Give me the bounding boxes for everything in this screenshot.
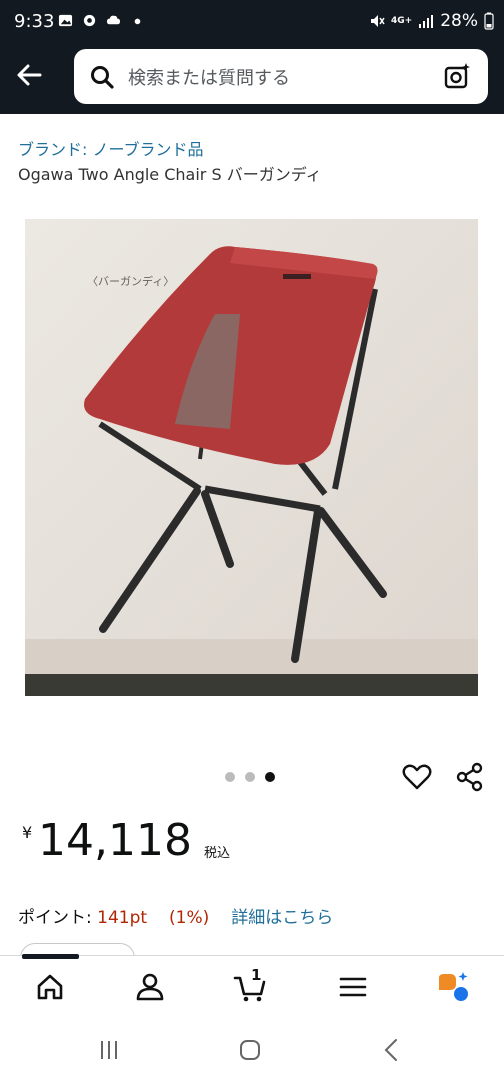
mute-icon [371, 15, 385, 27]
status-left-icons [58, 13, 145, 28]
rufus-icon[interactable] [436, 970, 470, 1004]
points-row: ポイント: 141pt (1%) 詳細はこちら [18, 903, 333, 928]
cart-button[interactable]: 1 [233, 966, 267, 1004]
points-details-link[interactable]: 詳細はこちら [231, 908, 333, 928]
image-caption: 〈バーガンディ〉 [87, 274, 174, 288]
dot-icon [134, 18, 141, 25]
heart-icon[interactable] [402, 763, 432, 791]
product-title: Ogawa Two Angle Chair S バーガンディ [18, 165, 322, 184]
points-value: 141pt [97, 908, 148, 928]
back-button-icon[interactable] [380, 1038, 404, 1062]
price-symbol: ¥ [22, 823, 33, 842]
status-time: 9:33 [14, 11, 55, 32]
back-arrow-icon[interactable] [14, 60, 44, 90]
home-icon[interactable] [33, 970, 67, 1004]
carousel-dots [225, 772, 275, 782]
carousel-dot[interactable] [245, 772, 255, 782]
search-placeholder: 検索または質問する [128, 68, 290, 89]
cloud-icon [106, 15, 121, 25]
search-icon [91, 66, 114, 89]
battery-icon [484, 12, 494, 30]
cart-icon [233, 976, 266, 1002]
points-label: ポイント: [18, 908, 98, 928]
carousel-dot[interactable] [225, 772, 235, 782]
search-header: 検索または質問する [0, 44, 504, 114]
brand-link[interactable]: ブランド: ノーブランド品 [18, 136, 204, 160]
points-percent: (1%) [169, 908, 210, 928]
image-icon [58, 14, 73, 27]
price-amount: 14,118 [38, 815, 192, 866]
active-tab-indicator [22, 954, 79, 959]
app-icon [83, 14, 96, 27]
status-bar: 9:33 4G+ 28% [0, 0, 504, 44]
home-button-icon[interactable] [238, 1038, 262, 1062]
share-icon[interactable] [455, 762, 485, 792]
search-input[interactable]: 検索または質問する [74, 49, 488, 104]
cart-count: 1 [251, 966, 262, 984]
signal-icon [419, 15, 434, 28]
screen: 9:33 4G+ 28% 検索または質問する ブランド: ノーブランド品 Oga… [0, 0, 504, 1080]
camera-search-icon[interactable] [444, 62, 472, 90]
menu-icon[interactable] [336, 970, 370, 1004]
battery-percent: 28% [440, 11, 478, 31]
system-nav-bar [0, 1018, 504, 1080]
account-icon[interactable] [133, 970, 167, 1004]
recent-apps-icon[interactable] [97, 1038, 121, 1062]
product-image[interactable]: 〈バーガンディ〉 [25, 219, 478, 696]
network-type: 4G+ [391, 15, 413, 26]
tax-label: 税込 [204, 846, 231, 861]
carousel-dot-active[interactable] [265, 772, 275, 782]
bottom-nav: 1 [0, 954, 504, 1018]
status-right-icons: 4G+ 28% [369, 11, 494, 31]
